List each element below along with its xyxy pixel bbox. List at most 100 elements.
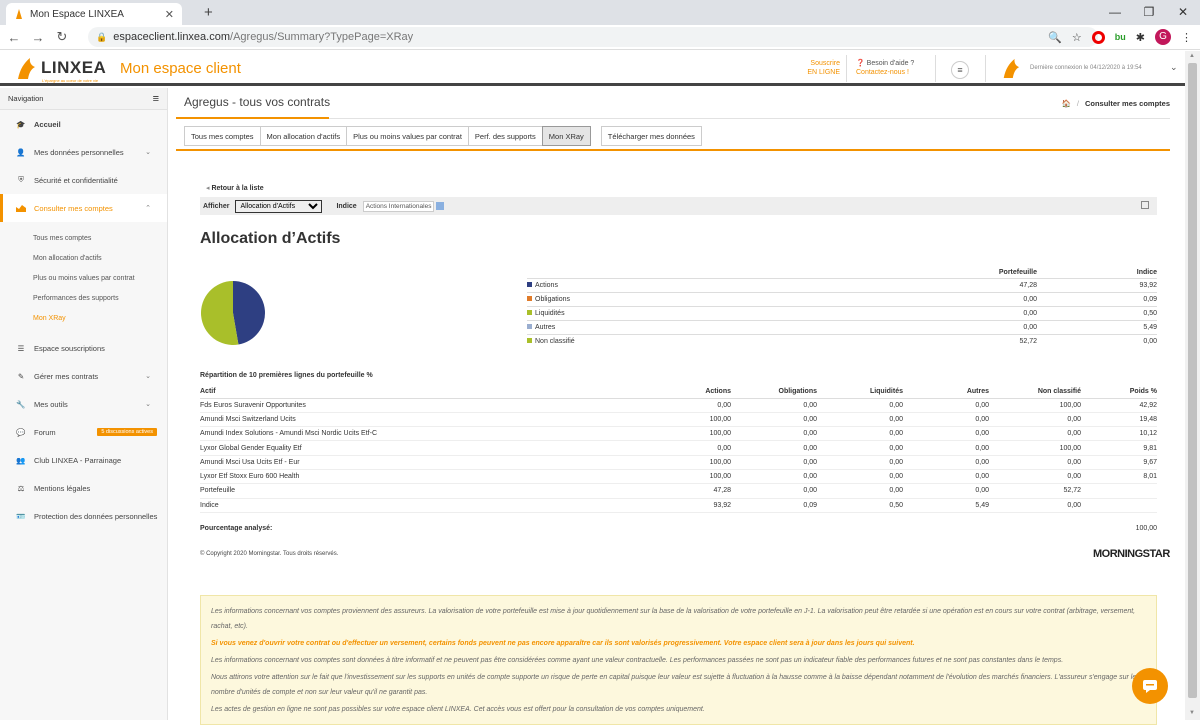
brand-title[interactable]: Mon espace client [120,60,241,77]
sidebar-title: Navigation [8,94,44,103]
rep-header-actif: Actif [200,385,663,399]
value-cell: 100,00 [663,455,731,470]
puzzle-extensions-icon[interactable]: ✱ [1136,31,1145,44]
chat-button[interactable] [1132,668,1168,704]
new-tab-icon[interactable]: + [204,4,213,21]
title-underline [176,117,329,119]
sidebar-subitem-performances[interactable]: Performances des supports [0,288,167,308]
sidebar-item-club-parrainage[interactable]: 👥 Club LINXEA - Parrainage [0,446,167,474]
disclaimer-paragraph: Les actes de gestion en ligne ne sont pa… [211,706,705,713]
value-cell: 0,00 [989,498,1081,513]
print-icon[interactable] [1141,201,1149,209]
user-avatar-icon[interactable] [1000,58,1022,78]
disclaimer-paragraph: Les informations concernant vos comptes … [211,608,1136,630]
value-cell: 0,00 [817,469,903,485]
forward-arrow-icon[interactable]: → [28,30,48,45]
help-contact-link[interactable]: ❓ Besoin d'aide ? Contactez-nous ! [856,59,914,77]
value-cell: 0,00 [903,483,989,499]
value-cell: 0,00 [817,412,903,428]
tab-tous-comptes[interactable]: Tous mes comptes [184,126,260,146]
minimize-icon[interactable]: — [1098,0,1132,25]
allocation-table: Portefeuille Indice Actions 47,28 93,92 Obl… [527,268,1157,348]
asset-name-cell: Amundi Msci Switzerland Ucits [200,412,663,428]
pie-slice-actions [233,281,265,345]
forum-badge[interactable]: 5 discussions actives [97,428,157,436]
sidebar-item-label: Mes outils [34,399,68,409]
profile-avatar[interactable]: G [1155,29,1171,45]
sidebar-item-protection-donnees[interactable]: 🪪 Protection des données personnelles [0,502,167,530]
allocation-portfolio-value: 0,00 [927,305,1037,320]
scroll-up-icon[interactable]: ▲ [1189,53,1195,59]
breadcrumb-current[interactable]: Consulter mes comptes [1085,99,1170,108]
allocation-header-blank [527,268,927,278]
browser-tab[interactable]: Mon Espace LINXEA ✕ [6,3,182,25]
sidebar-item-espace-souscriptions[interactable]: ☰ Espace souscriptions [0,334,167,362]
restore-icon[interactable]: ❐ [1132,0,1166,25]
site-header: LINXEA L'épargne au coeur de votre vie M… [0,51,1185,86]
allocation-index-value: 0,50 [1037,305,1157,320]
address-bar[interactable]: 🔒 espaceclient.linxea.com/Agregus/Summar… [88,27,1098,47]
tab-mon-xray[interactable]: Mon XRay [541,126,591,146]
tab-plus-moins-values[interactable]: Plus ou moins values par contrat [346,126,468,146]
chart-icon [16,203,26,213]
chevron-down-icon[interactable]: ⌄ [1170,62,1178,73]
browser-menu-icon[interactable]: ⋮ [1181,31,1192,44]
header-divider [985,55,986,82]
sidebar-item-accueil[interactable]: 🎓 Accueil [0,110,167,138]
asset-name-cell: Lyxor Etf Stoxx Euro 600 Health [200,469,663,485]
sidebar-subitem-allocation[interactable]: Mon allocation d'actifs [0,248,167,268]
sidebar-item-forum[interactable]: 💬 Forum 5 discussions actives [0,418,167,446]
index-picker-icon[interactable] [436,202,445,210]
sidebar-subitem-mon-xray[interactable]: Mon XRay [0,308,167,328]
value-cell: 0,00 [731,426,817,442]
sidebar-item-mes-outils[interactable]: 🔧 Mes outils ⌄ [0,390,167,418]
bookmark-star-icon[interactable]: ☆ [1072,31,1082,44]
shield-icon: ⛨ [18,175,24,184]
close-window-icon[interactable]: ✕ [1166,0,1200,25]
back-arrow-icon[interactable]: ← [4,30,24,45]
sidebar: Navigation ≡ 🎓 Accueil 👤 Mes données perso… [0,88,168,720]
header-menu-button[interactable]: ≡ [951,61,969,79]
reload-icon[interactable]: ↻ [52,29,72,45]
header-divider [846,55,847,82]
rep-header-non-classifie: Non classifié [989,385,1081,399]
sidebar-subitem-tous-comptes[interactable]: Tous mes comptes [0,228,167,248]
hamburger-icon[interactable]: ≡ [153,93,159,105]
sidebar-subitem-plus-moins-values[interactable]: Plus ou moins values par contrat [0,268,167,288]
repartition-caption: Répartition de 10 premières lignes du po… [200,372,373,379]
tab-allocation[interactable]: Mon allocation d'actifs [259,126,347,146]
show-select[interactable]: Allocation d'Actifs [235,199,323,213]
url-host: espaceclient.linxea.com [113,31,231,43]
sidebar-item-mentions-legales[interactable]: ⚖ Mentions légales [0,474,167,502]
sidebar-item-securite[interactable]: ⛨ Sécurité et confidentialité [0,166,167,194]
sidebar-item-gerer-contrats[interactable]: ✎ Gérer mes contrats ⌄ [0,362,167,390]
page-scrollbar[interactable]: ▲ ▼ [1185,51,1200,720]
value-cell: 8,01 [1081,469,1157,485]
help-circle-icon: ❓ [856,60,865,67]
back-to-list-link[interactable]: ◂ Retour à la liste [206,184,264,192]
bu-extension-icon[interactable]: bu [1115,32,1126,42]
id-card-icon: 🪪 [16,511,26,521]
sidebar-item-donnees-personnelles[interactable]: 👤 Mes données personnelles ⌄ [0,138,167,166]
scrollbar-thumb[interactable] [1188,63,1197,698]
url-path: /Agregus/Summary?TypePage=XRay [230,31,414,43]
linxea-logo[interactable]: LINXEA L'épargne au coeur de votre vie [14,57,106,83]
value-cell: 0,00 [817,483,903,499]
zoom-icon[interactable]: 🔍 [1048,31,1062,44]
tab-perf-supports[interactable]: Perf. des supports [467,126,542,146]
back-label: Retour à la liste [211,185,264,192]
analysed-percentage: Pourcentage analysé: 100,00 [200,525,1157,532]
subscribe-online-link[interactable]: Souscrire EN LIGNE [792,59,840,77]
scroll-down-icon[interactable]: ▼ [1189,710,1195,716]
table-row: Portefeuille 47,28 0,00 0,00 0,00 52,72 [200,483,1157,499]
value-cell: 0,00 [989,426,1081,442]
user-icon: 👤 [16,147,26,157]
opera-extension-icon[interactable] [1091,30,1105,44]
home-icon[interactable]: 🏠 [1062,99,1071,108]
tab-telecharger[interactable]: Télécharger mes données [600,126,702,146]
chevron-down-icon: ⌄ [145,401,151,408]
index-field[interactable]: Actions Internationales [362,200,435,212]
disclaimer-paragraph: Nous attirons votre attention sur le fai… [211,674,1137,696]
sidebar-item-consulter-comptes[interactable]: Consulter mes comptes ⌃ [0,194,167,222]
close-tab-icon[interactable]: ✕ [165,8,174,21]
